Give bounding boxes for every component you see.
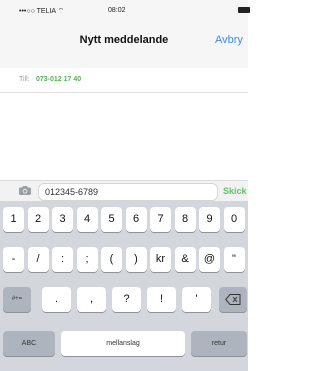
symbol-key[interactable]: - (3, 247, 24, 272)
recipient-value[interactable]: 073-012 17 40 (36, 76, 81, 83)
carrier-label: •••○○ TELIA ⌔ (19, 8, 65, 15)
digit-key[interactable]: 2 (27, 207, 49, 232)
camera-icon[interactable] (19, 186, 31, 195)
symbol-key[interactable]: kr (150, 247, 171, 272)
recipient-row[interactable]: Till: 073-012 17 40 (0, 68, 248, 93)
symbol-key[interactable]: / (27, 247, 49, 272)
digit-key[interactable]: 4 (76, 207, 98, 232)
digit-key[interactable]: 9 (199, 207, 220, 232)
navigation-bar: Nytt meddelande Avbry (0, 24, 248, 68)
digit-key[interactable]: 3 (52, 207, 73, 232)
punctuation-key[interactable]: . (42, 287, 71, 312)
digit-key[interactable]: 5 (101, 207, 122, 232)
backspace-icon (225, 294, 241, 305)
digit-key[interactable]: 8 (174, 207, 196, 232)
symbol-key[interactable]: & (174, 247, 196, 272)
abc-key[interactable]: ABC (3, 331, 55, 356)
symbol-key[interactable]: " (223, 247, 245, 272)
status-bar: •••○○ TELIA ⌔ 08:02 (0, 0, 250, 24)
space-key[interactable]: mellanslag (61, 331, 185, 356)
punctuation-key[interactable]: ? (112, 287, 141, 312)
recipient-label: Till: (19, 76, 30, 83)
symbol-key[interactable]: ) (125, 247, 147, 272)
page-title: Nytt meddelande (79, 34, 169, 46)
punctuation-key[interactable]: ! (147, 287, 176, 312)
punctuation-key[interactable]: , (77, 287, 106, 312)
compose-bar: 012345-6789 Skick (0, 180, 248, 201)
backspace-key[interactable] (219, 287, 247, 312)
digit-key[interactable]: 0 (223, 207, 245, 232)
message-input[interactable]: 012345-6789 (38, 183, 218, 201)
punctuation-key[interactable]: ' (182, 287, 211, 312)
symbol-key[interactable]: : (52, 247, 73, 272)
keyboard: 1234567890 - /:;() kr & @ " #+= .,?! ' ABC mel… (0, 201, 248, 371)
cancel-button[interactable]: Avbry (215, 34, 243, 46)
symbols-toggle-key[interactable]: #+= (3, 287, 31, 312)
digit-key[interactable]: 7 (150, 207, 171, 232)
symbol-key[interactable]: ( (101, 247, 122, 272)
send-button[interactable]: Skick (223, 186, 247, 196)
symbol-key[interactable]: @ (199, 247, 220, 272)
battery-icon (238, 7, 250, 13)
digit-key[interactable]: 6 (125, 207, 147, 232)
digit-key[interactable]: 1 (3, 207, 24, 232)
message-text: 012345-6789 (45, 187, 99, 197)
clock: 08:02 (108, 7, 126, 14)
symbol-key[interactable]: ; (76, 247, 98, 272)
return-key[interactable]: retur (191, 331, 247, 356)
